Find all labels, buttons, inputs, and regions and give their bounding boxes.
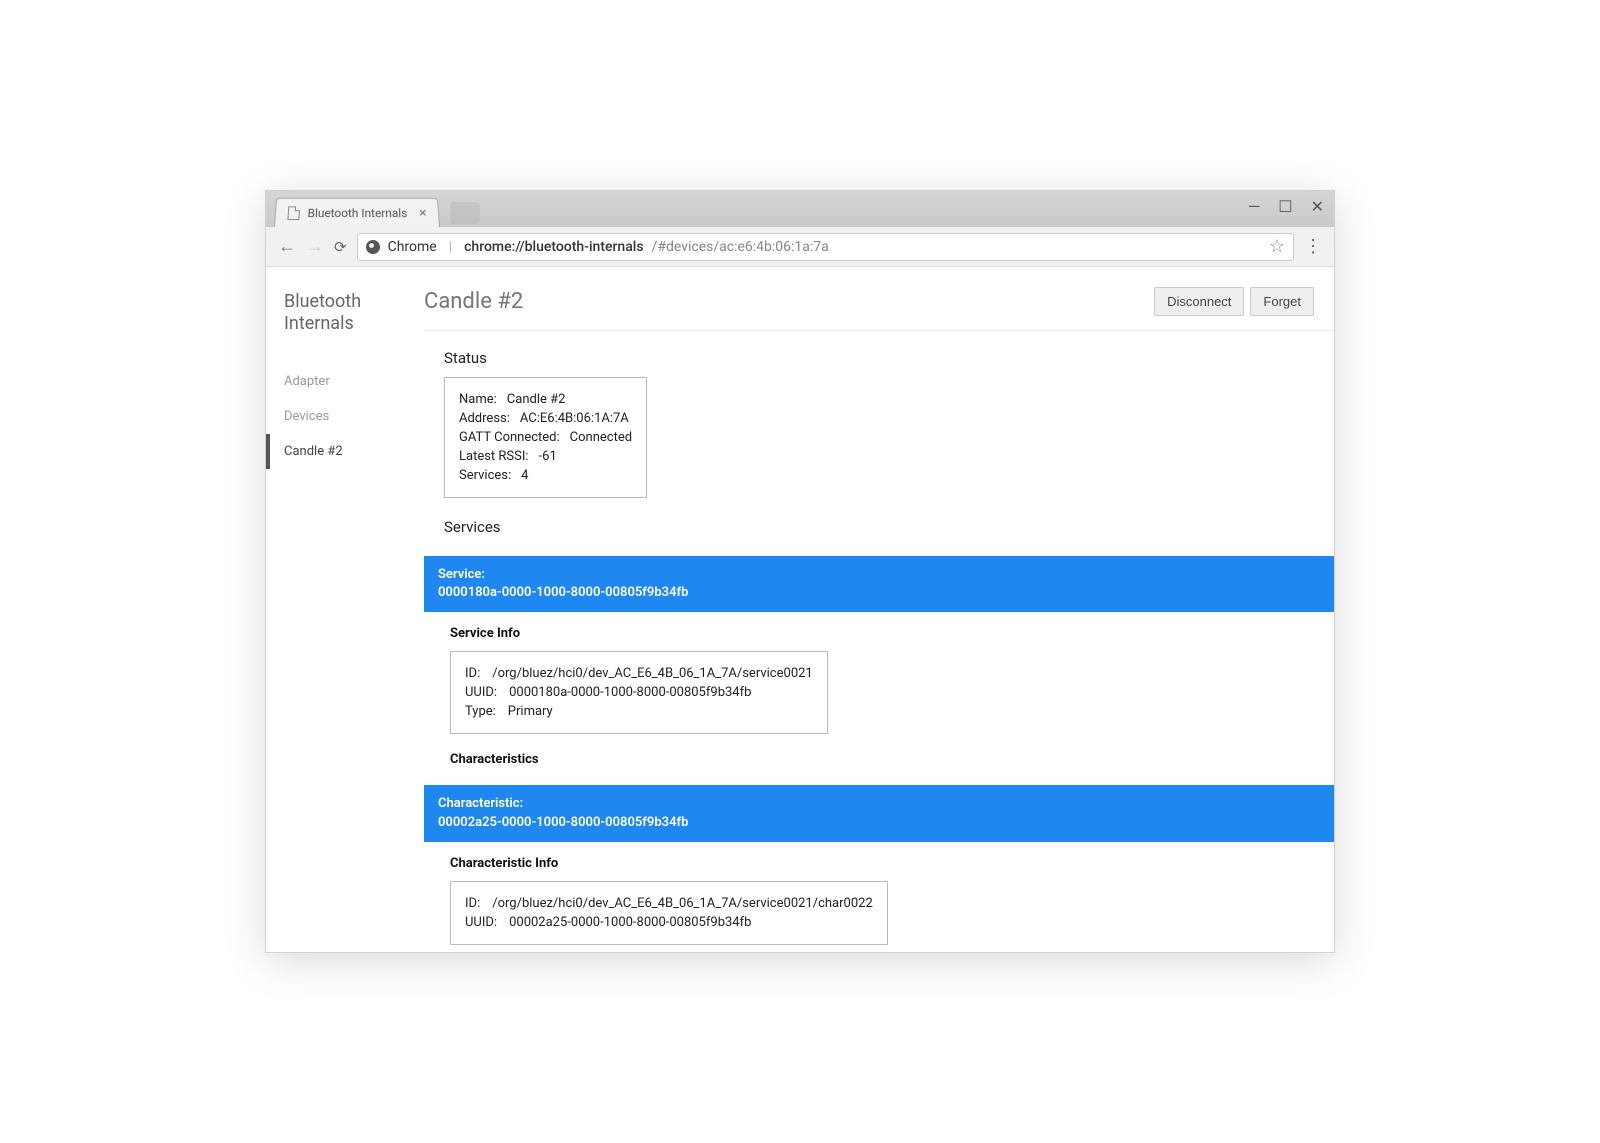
status-box: Name: Candle #2 Address: AC:E6:4B:06:1A:7A…: [444, 377, 647, 498]
sidebar-item-adapter[interactable]: Adapter: [284, 364, 416, 399]
browser-tab[interactable]: Bluetooth Internals ×: [274, 198, 440, 227]
sidebar-item-candle-2[interactable]: Candle #2: [266, 434, 416, 469]
service-id-label: ID:: [465, 666, 480, 681]
disconnect-button[interactable]: Disconnect: [1154, 287, 1244, 316]
back-button[interactable]: ←: [278, 236, 296, 257]
browser-window: Bluetooth Internals × — ☐ ✕ ← → ⟳ Chrome…: [265, 190, 1335, 953]
status-section: Status Name: Candle #2 Address: AC:E6:4B:0…: [444, 349, 1334, 498]
status-services-value: 4: [521, 468, 528, 483]
status-address-label: Address:: [459, 411, 510, 426]
char-id-value: /org/bluez/hci0/dev_AC_E6_4B_06_1A_7A/se…: [492, 896, 873, 911]
status-heading: Status: [444, 349, 1334, 367]
characteristic-header-bar[interactable]: Characteristic: 00002a25-0000-1000-8000-…: [424, 785, 1334, 841]
forget-button[interactable]: Forget: [1250, 287, 1314, 316]
service-bar-label: Service:: [438, 567, 485, 582]
status-rssi-label: Latest RSSI:: [459, 449, 529, 464]
characteristic-info-heading: Characteristic Info: [450, 856, 1334, 871]
bookmark-star-icon[interactable]: ☆: [1269, 236, 1285, 257]
characteristic-bar-label: Characteristic:: [438, 796, 523, 811]
services-heading: Services: [444, 518, 1334, 536]
site-info-icon[interactable]: [366, 240, 380, 254]
status-address-value: AC:E6:4B:06:1A:7A: [520, 411, 629, 426]
service-info-heading: Service Info: [450, 626, 1334, 641]
url-host: chrome://bluetooth-internals: [464, 239, 643, 255]
service-bar-uuid: 0000180a-0000-1000-8000-00805f9b34fb: [438, 585, 688, 600]
characteristic-bar-uuid: 00002a25-0000-1000-8000-00805f9b34fb: [438, 815, 688, 830]
status-gatt-value: Connected: [570, 430, 632, 445]
char-uuid-label: UUID:: [465, 915, 497, 930]
service-uuid-label: UUID:: [465, 685, 497, 700]
char-id-label: ID:: [465, 896, 480, 911]
close-window-icon[interactable]: ✕: [1311, 197, 1324, 216]
window-controls: — ☐ ✕: [1248, 197, 1324, 216]
forward-button[interactable]: →: [306, 236, 324, 257]
page-content: Bluetooth Internals Adapter Devices Cand…: [266, 267, 1334, 952]
service-info-box: ID: /org/bluez/hci0/dev_AC_E6_4B_06_1A_7A…: [450, 651, 828, 734]
new-tab-button[interactable]: [450, 202, 480, 224]
characteristic-info-section: Characteristic Info ID: /org/bluez/hci0/d…: [450, 856, 1334, 945]
page-title: Candle #2: [424, 289, 1154, 314]
sidebar: Bluetooth Internals Adapter Devices Cand…: [266, 267, 416, 952]
status-services-label: Services:: [459, 468, 511, 483]
service-header-bar[interactable]: Service: 0000180a-0000-1000-8000-00805f9…: [424, 556, 1334, 612]
main-panel: Candle #2 Disconnect Forget Status Name:…: [416, 267, 1334, 952]
document-icon: [287, 206, 300, 220]
status-gatt-label: GATT Connected:: [459, 430, 560, 445]
service-info-section: Service Info ID: /org/bluez/hci0/dev_AC_E…: [450, 626, 1334, 734]
status-name-label: Name:: [459, 392, 497, 407]
characteristic-info-box: ID: /org/bluez/hci0/dev_AC_E6_4B_06_1A_7A…: [450, 881, 888, 945]
url-path: /#devices/ac:e6:4b:06:1a:7a: [652, 239, 829, 255]
char-uuid-value: 00002a25-0000-1000-8000-00805f9b34fb: [509, 915, 751, 930]
maximize-icon[interactable]: ☐: [1278, 197, 1292, 216]
sidebar-item-devices[interactable]: Devices: [284, 399, 416, 434]
status-name-value: Candle #2: [507, 392, 566, 407]
tab-strip: Bluetooth Internals × — ☐ ✕: [266, 191, 1334, 227]
service-type-value: Primary: [508, 704, 553, 719]
characteristics-heading: Characteristics: [450, 752, 1334, 767]
close-tab-icon[interactable]: ×: [419, 205, 427, 221]
service-type-label: Type:: [465, 704, 496, 719]
services-section: Services: [444, 518, 1334, 536]
characteristics-section: Characteristics: [450, 752, 1334, 767]
tab-title: Bluetooth Internals: [307, 206, 407, 220]
sidebar-title: Bluetooth Internals: [284, 291, 416, 334]
menu-icon[interactable]: ⋮: [1304, 236, 1322, 257]
address-bar[interactable]: Chrome | chrome://bluetooth-internals/#d…: [357, 233, 1294, 261]
page-header: Candle #2 Disconnect Forget: [424, 287, 1334, 331]
reload-button[interactable]: ⟳: [334, 238, 347, 256]
service-id-value: /org/bluez/hci0/dev_AC_E6_4B_06_1A_7A/se…: [492, 666, 813, 681]
url-scheme: Chrome: [388, 239, 437, 255]
minimize-icon[interactable]: —: [1248, 197, 1261, 216]
service-uuid-value: 0000180a-0000-1000-8000-00805f9b34fb: [509, 685, 751, 700]
toolbar: ← → ⟳ Chrome | chrome://bluetooth-intern…: [266, 227, 1334, 267]
status-rssi-value: -61: [539, 449, 557, 464]
